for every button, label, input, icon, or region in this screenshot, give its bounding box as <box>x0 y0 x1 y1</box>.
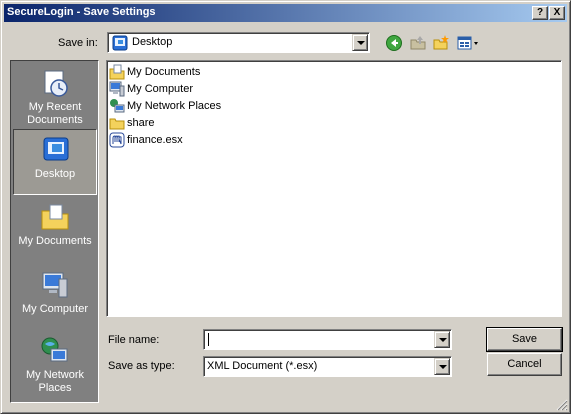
file-name-label: File name: <box>108 334 160 346</box>
file-list[interactable]: My Documents My Computer My Network Plac… <box>106 60 562 317</box>
places-item-label: Desktop <box>34 168 76 180</box>
resize-grip-icon <box>556 399 568 411</box>
cancel-button[interactable]: Cancel <box>487 353 562 376</box>
back-button[interactable] <box>385 34 403 52</box>
my-documents-folder-icon <box>39 201 71 233</box>
views-menu-button[interactable] <box>456 34 480 52</box>
places-item-recent-documents[interactable]: My Recent Documents <box>13 63 97 129</box>
places-item-label: My Network Places <box>25 369 85 394</box>
close-button[interactable]: X <box>549 6 565 20</box>
my-computer-icon <box>109 81 125 97</box>
title-bar[interactable]: SecureLogin - Save Settings ? X <box>4 4 567 22</box>
up-folder-icon <box>410 36 426 50</box>
desktop-icon <box>112 35 128 51</box>
desktop-icon <box>40 134 72 166</box>
places-item-label: My Documents <box>18 235 92 247</box>
save-dialog-window: SecureLogin - Save Settings ? X Save in:… <box>0 0 571 414</box>
save-in-label: Save in: <box>58 37 98 49</box>
save-in-dropdown-arrow[interactable] <box>352 34 368 51</box>
list-item-label: My Computer <box>127 83 194 95</box>
resize-grip[interactable] <box>556 399 568 411</box>
help-icon: ? <box>536 7 544 18</box>
file-name-input[interactable] <box>203 329 452 350</box>
list-item-label: finance.esx <box>127 134 183 146</box>
places-item-network-places[interactable]: My Network Places <box>13 331 97 397</box>
views-menu-icon <box>457 36 478 50</box>
new-folder-icon <box>433 35 449 50</box>
back-icon <box>386 35 402 51</box>
places-item-desktop[interactable]: Desktop <box>13 129 97 195</box>
new-folder-button[interactable] <box>432 34 450 52</box>
network-places-icon <box>109 98 125 114</box>
up-folder-button[interactable] <box>409 34 427 52</box>
text-caret <box>208 333 209 346</box>
save-in-value: Desktop <box>132 36 173 48</box>
folder-icon <box>109 115 125 131</box>
network-places-icon <box>39 335 71 367</box>
list-item-label: share <box>127 117 155 129</box>
save-button[interactable]: Save <box>486 327 563 352</box>
places-item-label: My Computer <box>21 303 89 315</box>
save-as-type-dropdown[interactable]: XML Document (*.esx) <box>203 356 452 377</box>
recent-documents-icon <box>39 67 71 99</box>
my-documents-icon <box>109 64 125 80</box>
save-in-dropdown[interactable]: Desktop <box>107 32 370 53</box>
file-name-dropdown-arrow[interactable] <box>434 331 450 348</box>
close-icon: X <box>553 7 561 18</box>
esx-file-icon <box>109 132 125 148</box>
places-item-label: My Recent Documents <box>27 101 83 126</box>
list-item-label: My Documents <box>127 66 201 78</box>
places-item-my-documents[interactable]: My Documents <box>13 197 97 263</box>
places-bar: My Recent Documents Desktop My Documents <box>10 60 99 403</box>
list-item-label: My Network Places <box>127 100 222 112</box>
my-computer-icon <box>39 269 71 301</box>
places-item-my-computer[interactable]: My Computer <box>13 265 97 331</box>
window-title: SecureLogin - Save Settings <box>7 6 156 18</box>
save-as-type-value: XML Document (*.esx) <box>207 360 318 372</box>
help-button[interactable]: ? <box>532 6 548 20</box>
save-as-type-label: Save as type: <box>108 360 175 372</box>
save-as-type-dropdown-arrow[interactable] <box>434 358 450 375</box>
